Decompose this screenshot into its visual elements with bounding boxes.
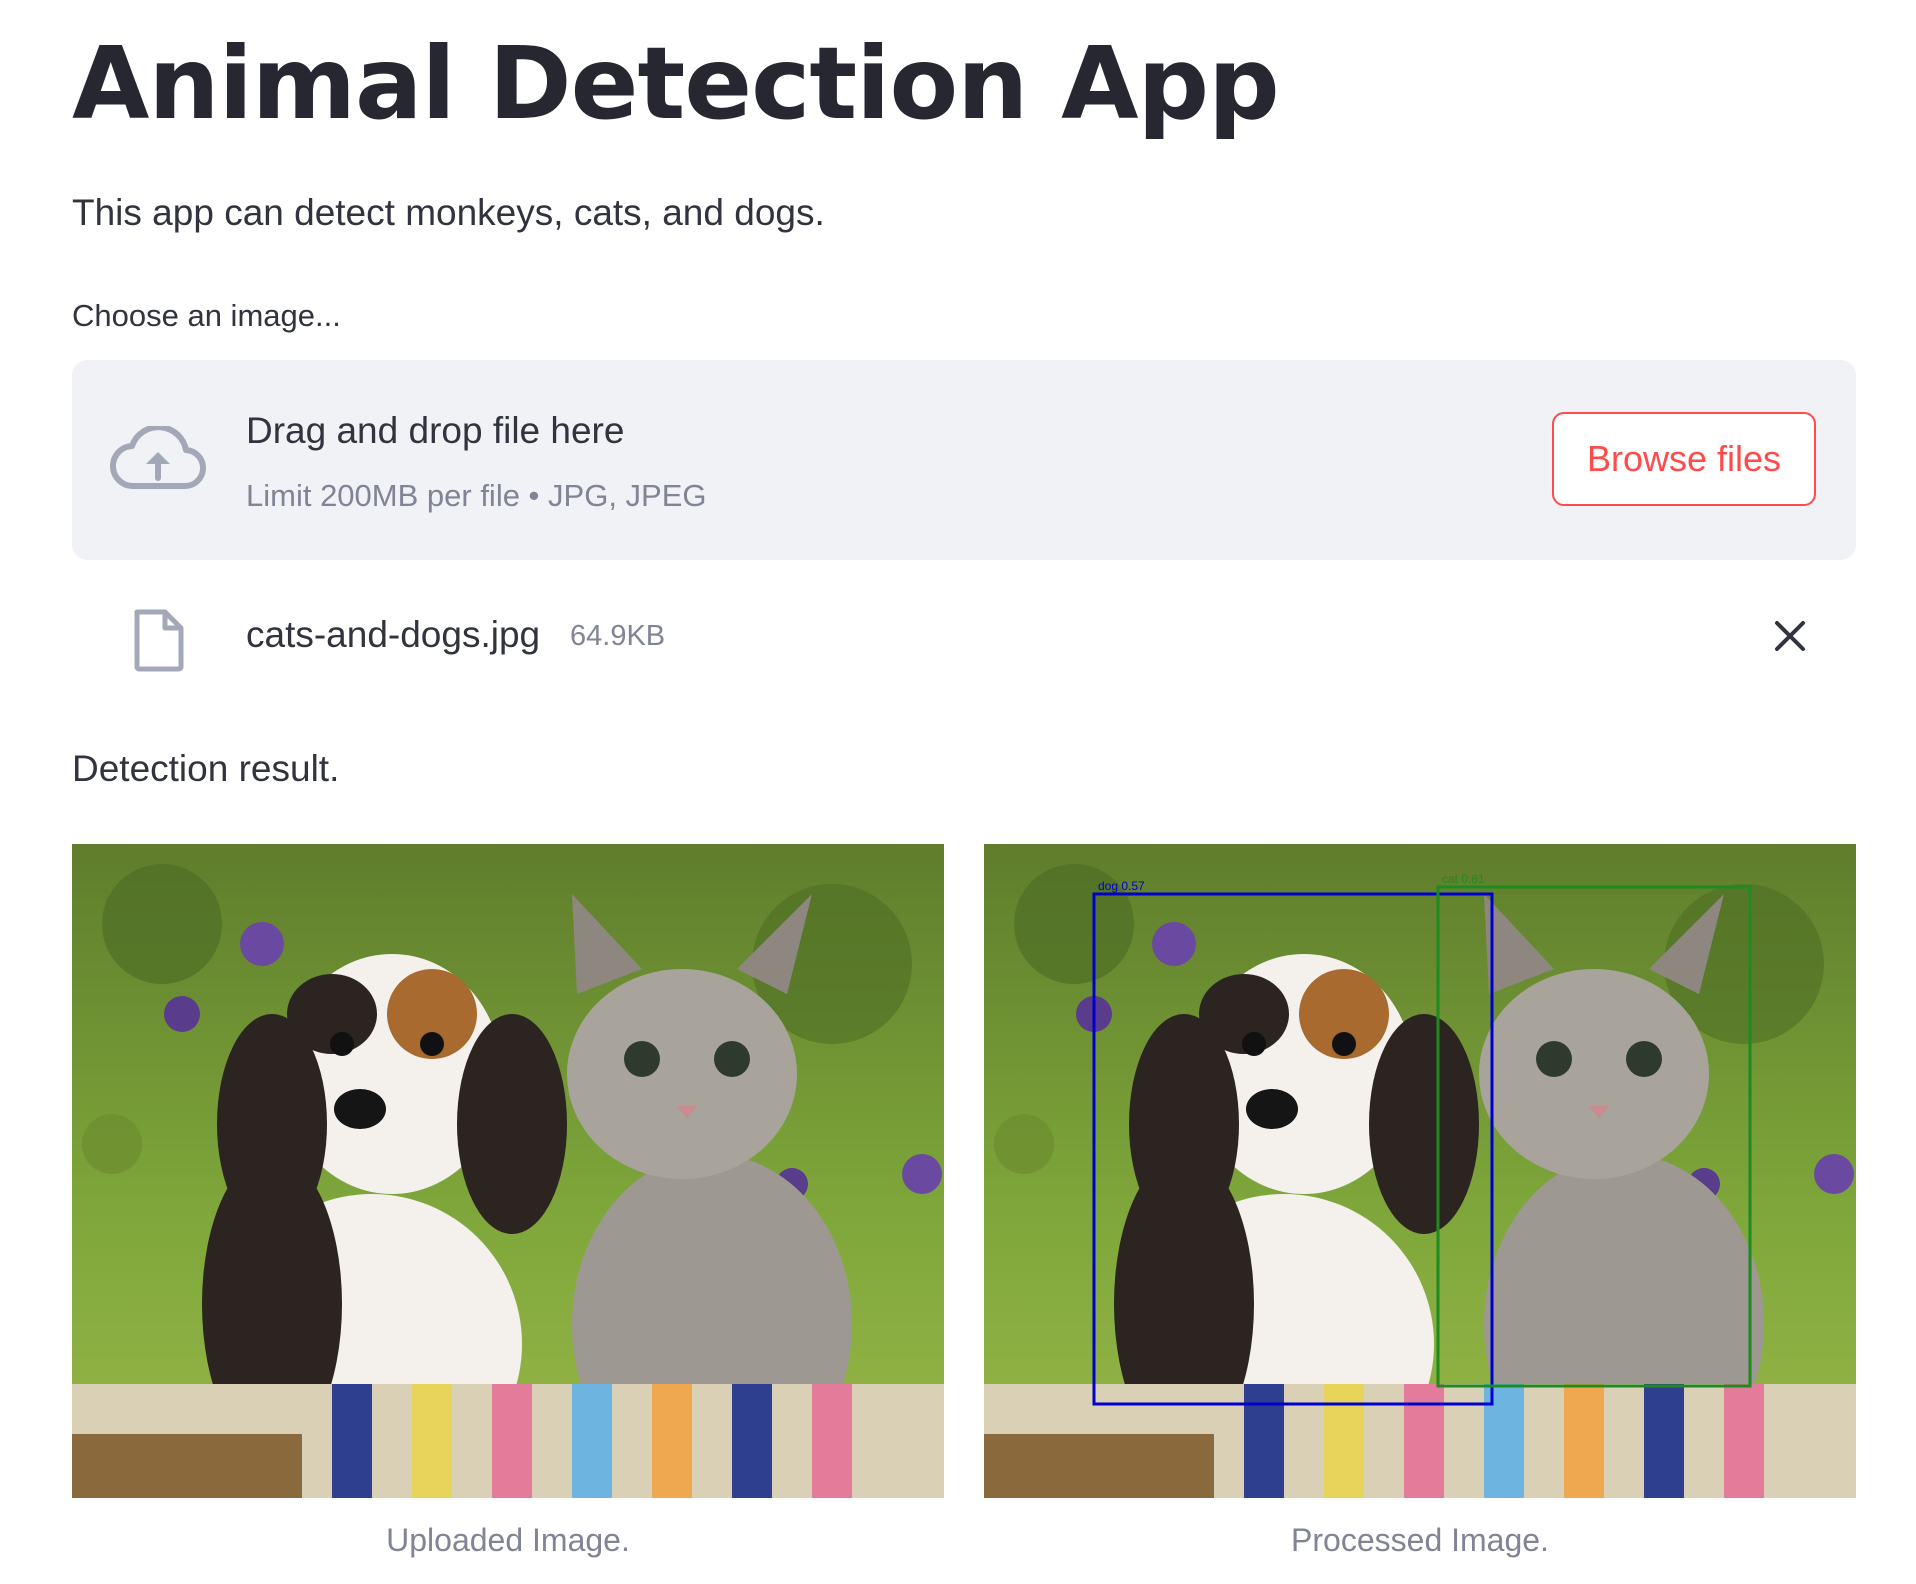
detection-result-label: Detection result. (72, 748, 340, 789)
page-title: Animal Detection App (72, 25, 1280, 142)
file-dropzone[interactable]: Drag and drop file here Limit 200MB per … (72, 360, 1856, 560)
dropzone-limit-text: Limit 200MB per file • JPG, JPEG (246, 478, 707, 513)
browse-files-button[interactable]: Browse files (1552, 412, 1816, 506)
uploaded-image-caption: Uploaded Image. (386, 1522, 630, 1558)
uploaded-image (72, 844, 944, 1498)
file-icon (132, 608, 186, 672)
dropzone-instructions: Drag and drop file here (246, 410, 625, 451)
photo-scene (984, 844, 1856, 1498)
file-uploader-label: Choose an image... (72, 298, 341, 333)
close-icon[interactable] (1770, 616, 1810, 656)
app-description: This app can detect monkeys, cats, and d… (72, 192, 825, 233)
photo-scene (72, 844, 944, 1498)
cat-detection-label: cat 0.81 (1442, 872, 1485, 886)
uploaded-file-name: cats-and-dogs.jpg (246, 614, 541, 655)
processed-image: dog 0.57 cat 0.81 (984, 844, 1856, 1498)
uploaded-file-size: 64.9KB (570, 620, 666, 652)
uploaded-file-row: cats-and-dogs.jpg 64.9KB (72, 596, 1856, 680)
dog-detection-label: dog 0.57 (1098, 879, 1145, 893)
cloud-upload-icon (109, 424, 207, 494)
processed-image-caption: Processed Image. (1291, 1522, 1549, 1558)
